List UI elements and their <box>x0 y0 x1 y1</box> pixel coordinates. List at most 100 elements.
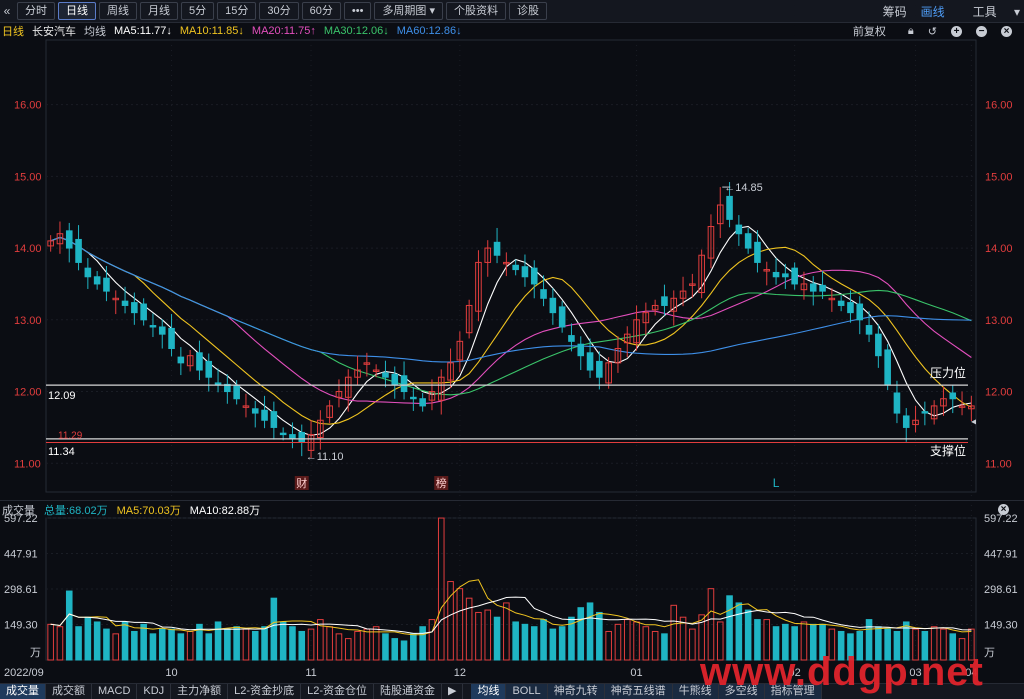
candle-body <box>437 376 445 401</box>
candle-body <box>716 204 724 225</box>
tab-five-lines[interactable]: 神奇五线谱 <box>604 684 673 699</box>
volume-ma10: MA10:82.88万 <box>189 504 261 517</box>
draw-line-button[interactable]: 画线 <box>921 3 945 20</box>
tab-kdj[interactable]: KDJ <box>137 684 172 699</box>
tab-turnover[interactable]: 成交额 <box>46 684 92 699</box>
candle-body <box>707 226 715 259</box>
tools-button[interactable]: 工具 ▾ <box>959 3 1020 20</box>
tab-boll[interactable]: BOLL <box>506 684 548 699</box>
tab-30min[interactable]: 30分 <box>259 2 299 20</box>
tab-intraday[interactable]: 分时 <box>17 2 55 20</box>
close-icon[interactable]: × <box>1001 25 1012 37</box>
volume-bar <box>633 621 640 661</box>
candle-body <box>958 405 966 408</box>
adjust-dropdown[interactable]: 前复权 <box>847 23 894 39</box>
candle-body <box>651 304 659 311</box>
stock-name: 长安汽车 <box>32 26 76 38</box>
tools-label: 工具 <box>972 4 997 19</box>
tab-60min[interactable]: 60分 <box>301 2 341 20</box>
tab-ma[interactable]: 均线 <box>471 684 507 699</box>
candle-body <box>679 290 687 299</box>
volume-tick-right: 298.61 <box>984 584 1018 596</box>
tab-5min[interactable]: 5分 <box>181 2 215 20</box>
candle-body <box>140 303 147 321</box>
candle-body <box>121 300 129 306</box>
multi-period-dropdown[interactable]: 多周期图 ▾ <box>374 2 444 20</box>
volume-tick-right: 447.91 <box>984 549 1018 561</box>
volume-bar <box>56 626 64 661</box>
candle-body <box>410 396 417 400</box>
lock-icon[interactable]: 🔒︎ <box>908 25 914 38</box>
candle-body <box>298 431 306 443</box>
volume-tick-left: 298.61 <box>4 584 38 596</box>
volume-bar <box>279 621 287 661</box>
candle-body <box>186 355 194 367</box>
volume-bar <box>75 626 82 661</box>
collapse-left-icon[interactable]: « <box>0 4 14 18</box>
volume-bar <box>670 604 678 661</box>
candle-body <box>744 233 752 249</box>
stock-info-button[interactable]: 个股资料 <box>446 2 507 20</box>
candle-body <box>279 432 287 436</box>
zoom-out-icon[interactable]: − <box>976 25 987 37</box>
volume-bar <box>289 626 296 661</box>
marker-badge <box>294 476 309 490</box>
candle-body <box>884 349 891 385</box>
period-label: 日线 <box>2 26 24 38</box>
volume-title: 成交量 <box>2 504 35 517</box>
candle-body <box>800 283 808 291</box>
volume-close-icon[interactable]: × <box>998 504 1009 515</box>
chips-button[interactable]: 筹码 <box>883 3 907 20</box>
volume-bar <box>307 628 315 661</box>
candle-body <box>456 340 464 361</box>
volume-bar <box>326 626 333 661</box>
volume-bar <box>521 623 529 661</box>
zoom-in-icon[interactable]: + <box>951 25 962 37</box>
candle-body <box>112 297 120 301</box>
tab-monthly[interactable]: 月线 <box>140 2 178 20</box>
candle-body <box>65 230 73 249</box>
ma-settings-link[interactable]: 均线 <box>84 23 106 39</box>
volume-bar <box>261 626 268 661</box>
price-panel-frame <box>45 39 977 493</box>
volume-bar <box>233 626 240 661</box>
diagnose-button[interactable]: 诊股 <box>509 2 548 20</box>
volume-bar <box>503 602 510 661</box>
candle-body <box>261 409 268 421</box>
tab-main-net[interactable]: 主力净额 <box>171 684 229 699</box>
undo-icon[interactable]: ↺ <box>928 25 937 38</box>
tab-northbound[interactable]: 陆股通资金 <box>374 684 442 699</box>
candle-body <box>540 289 547 299</box>
volume-bar <box>493 616 501 661</box>
volume-unit-right: 万 <box>984 647 995 659</box>
volume-bar <box>93 621 101 661</box>
candle-body <box>596 360 603 378</box>
tab-daily[interactable]: 日线 <box>58 2 96 20</box>
candle-body <box>912 419 919 426</box>
tabs-scroll-right-icon[interactable]: ▶ <box>442 684 464 699</box>
volume-ma10-line <box>50 596 972 634</box>
tab-15min[interactable]: 15分 <box>217 2 257 20</box>
candle-body <box>726 195 733 220</box>
candle-body <box>103 277 110 292</box>
tab-td9[interactable]: 神奇九转 <box>547 684 605 699</box>
ma30-line <box>50 236 972 396</box>
resistance-price: 12.09 <box>48 390 76 402</box>
volume-bar <box>623 619 631 661</box>
tab-volume[interactable]: 成交量 <box>0 684 46 699</box>
volume-bar <box>661 633 668 661</box>
candle-body <box>131 302 138 314</box>
tab-macd[interactable]: MACD <box>92 684 138 699</box>
candle-body <box>335 391 343 398</box>
tab-l2-position[interactable]: L2-资金仓位 <box>301 684 374 699</box>
volume-bar <box>437 517 445 661</box>
candle-body <box>372 369 380 372</box>
volume-bar <box>372 626 380 661</box>
tab-l2-bottom[interactable]: L2-资金抄底 <box>228 684 302 699</box>
volume-bar <box>530 626 538 661</box>
tab-weekly[interactable]: 周线 <box>99 2 137 20</box>
candle-body <box>698 254 705 294</box>
x-axis-label: 12 <box>454 667 466 679</box>
more-button[interactable]: ••• <box>343 2 372 20</box>
candle-body <box>586 352 594 371</box>
